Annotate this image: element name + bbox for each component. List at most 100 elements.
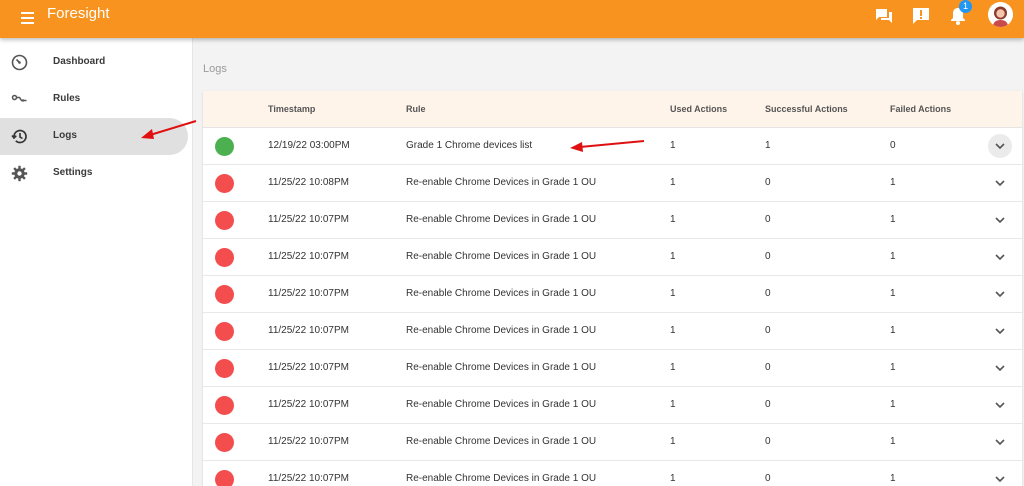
cell-successful-actions: 0	[765, 177, 771, 188]
expand-row-button[interactable]	[988, 134, 1012, 158]
cell-rule: Re-enable Chrome Devices in Grade 1 OU	[406, 473, 597, 484]
cell-timestamp: 11/25/22 10:07PM	[268, 325, 349, 336]
cell-rule: Re-enable Chrome Devices in Grade 1 OU	[406, 251, 597, 262]
cell-failed-actions: 1	[890, 177, 896, 188]
sidebar-item-logs[interactable]: Logs	[0, 118, 188, 155]
chevron-down-icon	[995, 254, 1005, 261]
table-row[interactable]: 11/25/22 10:07PM Re-enable Chrome Devices…	[203, 387, 1022, 424]
history-icon	[11, 129, 27, 144]
cell-successful-actions: 0	[765, 436, 771, 447]
bell-icon[interactable]: 1	[947, 0, 972, 27]
top-app-bar: Foresight 1	[0, 0, 1024, 38]
expand-row-button[interactable]	[988, 467, 1012, 486]
table-row[interactable]: 11/25/22 10:07PM Re-enable Chrome Devices…	[203, 350, 1022, 387]
cell-timestamp: 11/25/22 10:07PM	[268, 362, 349, 373]
table-row[interactable]: 11/25/22 10:07PM Re-enable Chrome Devices…	[203, 239, 1022, 276]
table-row[interactable]: 11/25/22 10:07PM Re-enable Chrome Devices…	[203, 202, 1022, 239]
gear-icon	[11, 165, 28, 182]
cell-failed-actions: 1	[890, 436, 896, 447]
app-title: Foresight	[47, 5, 110, 22]
avatar[interactable]	[988, 2, 1013, 27]
cell-used-actions: 1	[670, 214, 676, 225]
chevron-down-icon	[995, 476, 1005, 483]
expand-row-button[interactable]	[988, 171, 1012, 195]
rule-icon	[11, 94, 27, 102]
table-header: Timestamp Rule Used Actions Successful A…	[203, 91, 1022, 128]
cell-rule: Re-enable Chrome Devices in Grade 1 OU	[406, 399, 597, 410]
logs-table: Timestamp Rule Used Actions Successful A…	[203, 91, 1022, 486]
status-indicator	[215, 211, 234, 230]
cell-used-actions: 1	[670, 140, 676, 151]
feedback-icon[interactable]	[910, 5, 932, 27]
cell-used-actions: 1	[670, 177, 676, 188]
cell-timestamp: 11/25/22 10:07PM	[268, 473, 349, 484]
status-indicator	[215, 248, 234, 267]
expand-row-button[interactable]	[988, 393, 1012, 417]
sidebar-item-rules[interactable]: Rules	[0, 81, 188, 118]
cell-used-actions: 1	[670, 288, 676, 299]
table-row[interactable]: 11/25/22 10:08PM Re-enable Chrome Devices…	[203, 165, 1022, 202]
expand-row-button[interactable]	[988, 208, 1012, 232]
speedometer-icon	[11, 54, 28, 71]
expand-row-button[interactable]	[988, 319, 1012, 343]
chat-icon[interactable]	[873, 5, 895, 27]
cell-failed-actions: 1	[890, 214, 896, 225]
menu-icon[interactable]	[18, 8, 38, 28]
cell-used-actions: 1	[670, 436, 676, 447]
chevron-down-icon	[995, 328, 1005, 335]
cell-successful-actions: 0	[765, 214, 771, 225]
cell-rule: Grade 1 Chrome devices list	[406, 140, 533, 151]
sidebar-item-dashboard[interactable]: Dashboard	[0, 44, 188, 81]
expand-row-button[interactable]	[988, 282, 1012, 306]
sidebar-item-label: Dashboard	[53, 56, 106, 67]
sidebar: Dashboard Rules Logs Settings	[0, 38, 193, 486]
sidebar-item-settings[interactable]: Settings	[0, 155, 188, 192]
column-header-rule[interactable]: Rule	[406, 104, 426, 114]
cell-timestamp: 11/25/22 10:08PM	[268, 177, 349, 188]
cell-rule: Re-enable Chrome Devices in Grade 1 OU	[406, 436, 597, 447]
cell-failed-actions: 1	[890, 362, 896, 373]
table-row[interactable]: 11/25/22 10:07PM Re-enable Chrome Devices…	[203, 424, 1022, 461]
cell-used-actions: 1	[670, 473, 676, 484]
cell-successful-actions: 0	[765, 251, 771, 262]
table-row[interactable]: 11/25/22 10:07PM Re-enable Chrome Devices…	[203, 276, 1022, 313]
column-header-timestamp[interactable]: Timestamp	[268, 104, 315, 114]
table-row[interactable]: 11/25/22 10:07PM Re-enable Chrome Devices…	[203, 313, 1022, 350]
chevron-down-icon	[995, 180, 1005, 187]
cell-timestamp: 11/25/22 10:07PM	[268, 436, 349, 447]
expand-row-button[interactable]	[988, 356, 1012, 380]
cell-successful-actions: 0	[765, 399, 771, 410]
cell-rule: Re-enable Chrome Devices in Grade 1 OU	[406, 177, 597, 188]
expand-row-button[interactable]	[988, 245, 1012, 269]
expand-row-button[interactable]	[988, 430, 1012, 454]
chevron-down-icon	[995, 217, 1005, 224]
table-row[interactable]: 11/25/22 10:07PM Re-enable Chrome Devices…	[203, 461, 1022, 486]
cell-successful-actions: 1	[765, 140, 771, 151]
status-indicator	[215, 285, 234, 304]
cell-successful-actions: 0	[765, 288, 771, 299]
status-indicator	[215, 137, 234, 156]
status-indicator	[215, 359, 234, 378]
column-header-used-actions[interactable]: Used Actions	[670, 104, 727, 114]
column-header-successful-actions[interactable]: Successful Actions	[765, 104, 848, 114]
cell-used-actions: 1	[670, 399, 676, 410]
column-header-failed-actions[interactable]: Failed Actions	[890, 104, 951, 114]
cell-timestamp: 12/19/22 03:00PM	[268, 140, 350, 151]
cell-successful-actions: 0	[765, 473, 771, 484]
chevron-down-icon	[995, 365, 1005, 372]
cell-failed-actions: 0	[890, 140, 896, 151]
cell-failed-actions: 1	[890, 251, 896, 262]
status-indicator	[215, 470, 234, 486]
status-indicator	[215, 433, 234, 452]
status-indicator	[215, 322, 234, 341]
sidebar-item-label: Logs	[53, 130, 77, 141]
status-indicator	[215, 396, 234, 415]
cell-used-actions: 1	[670, 325, 676, 336]
cell-timestamp: 11/25/22 10:07PM	[268, 214, 349, 225]
table-row[interactable]: 12/19/22 03:00PM Grade 1 Chrome devices l…	[203, 128, 1022, 165]
cell-timestamp: 11/25/22 10:07PM	[268, 399, 349, 410]
status-indicator	[215, 174, 234, 193]
cell-rule: Re-enable Chrome Devices in Grade 1 OU	[406, 325, 597, 336]
cell-successful-actions: 0	[765, 362, 771, 373]
cell-rule: Re-enable Chrome Devices in Grade 1 OU	[406, 362, 597, 373]
